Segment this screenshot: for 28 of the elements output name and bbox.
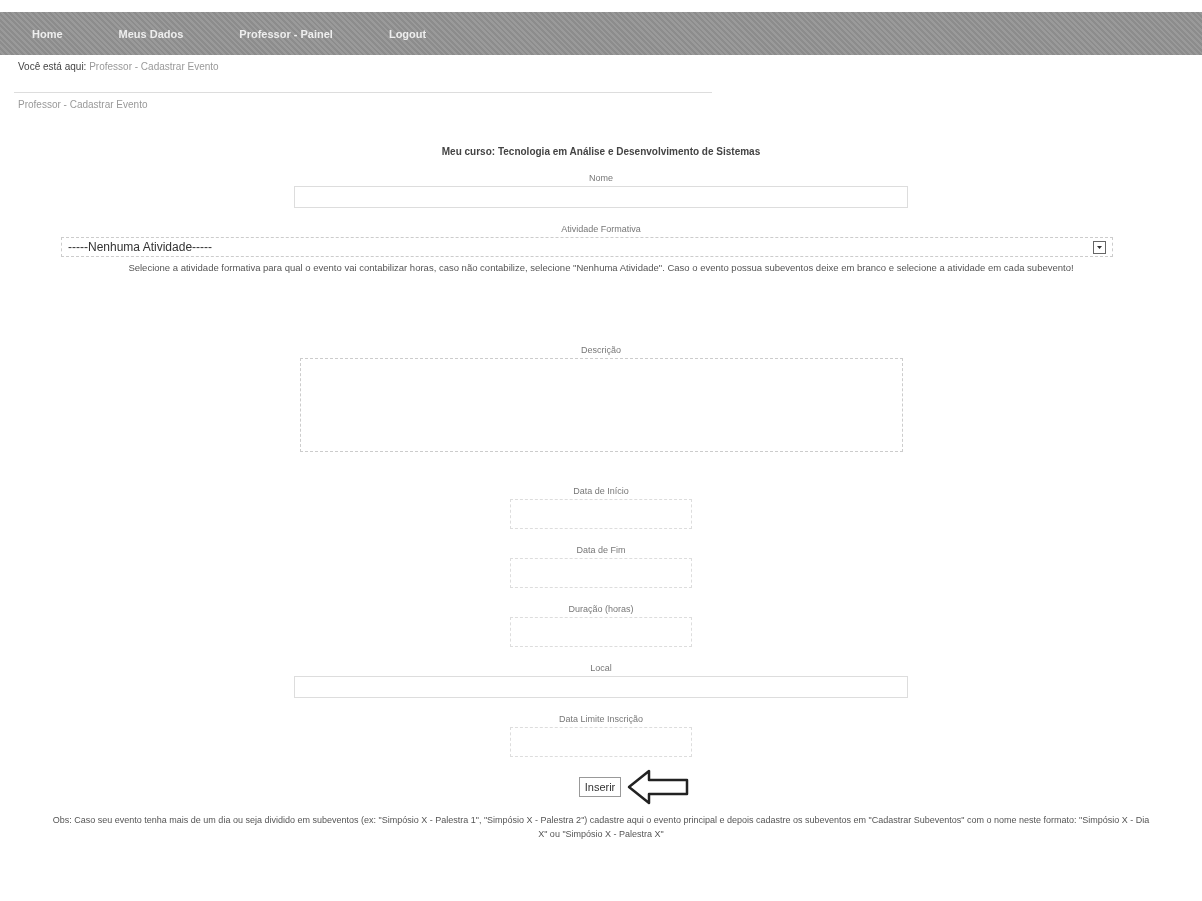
- field-label: Local: [590, 663, 612, 673]
- field-label: Atividade Formativa: [561, 224, 641, 234]
- nav-link[interactable]: Meus Dados: [118, 27, 184, 40]
- text-field[interactable]: [510, 727, 692, 757]
- text-field[interactable]: [294, 186, 908, 208]
- course-title: Meu curso: Tecnologia em Análise e Desenvolvimento de Sistemas: [440, 146, 762, 157]
- text-field[interactable]: [510, 558, 692, 588]
- field-label: Descrição: [581, 345, 621, 355]
- text-field[interactable]: [510, 617, 692, 647]
- hint-text: Selecione a atividade formativa para qual o evento vai contabilizar horas, caso não contabilize, selecione "Nenhuma Atividade". Caso o evento possua subeventos deixe em branco e selecione a atividade em cada subevento!: [127, 261, 1075, 275]
- breadcrumb-label: Você está aqui:: [18, 61, 87, 72]
- text-field[interactable]: [294, 676, 908, 698]
- nav-link[interactable]: Professor - Painel: [239, 27, 333, 40]
- breadcrumb-link[interactable]: Professor - Cadastrar Evento: [89, 61, 219, 72]
- field-label: Data de Início: [573, 486, 629, 496]
- nav-link[interactable]: Logout: [388, 27, 427, 40]
- note-text: Obs: Caso seu evento tenha mais de um dia ou seja dividido em subeventos (ex: "Simpósio X - Palestra 1", "Simpósio X - Palestra 2") cadastre aqui o evento principal e depois cadastre os subeventos em "Cadastrar Subeventos" com o nome neste formato: "Simpósio X - Dia X" ou "Simpósio X - Palestra X": [51, 814, 1151, 841]
- field-label: Data Limite Inscrição: [558, 714, 643, 724]
- select-field[interactable]: -----Nenhuma Atividade-----: [61, 237, 1113, 257]
- insert-button[interactable]: Inserir: [578, 777, 622, 797]
- text-area[interactable]: [299, 358, 903, 452]
- text-field[interactable]: [510, 499, 692, 529]
- arrow-icon: [627, 769, 690, 805]
- section-title: Professor - Cadastrar Evento: [14, 92, 712, 116]
- field-label: Nome: [589, 173, 613, 183]
- field-label: Duração (horas): [568, 604, 634, 614]
- field-label: Data de Fim: [576, 545, 626, 555]
- nav-link[interactable]: Home: [32, 27, 63, 40]
